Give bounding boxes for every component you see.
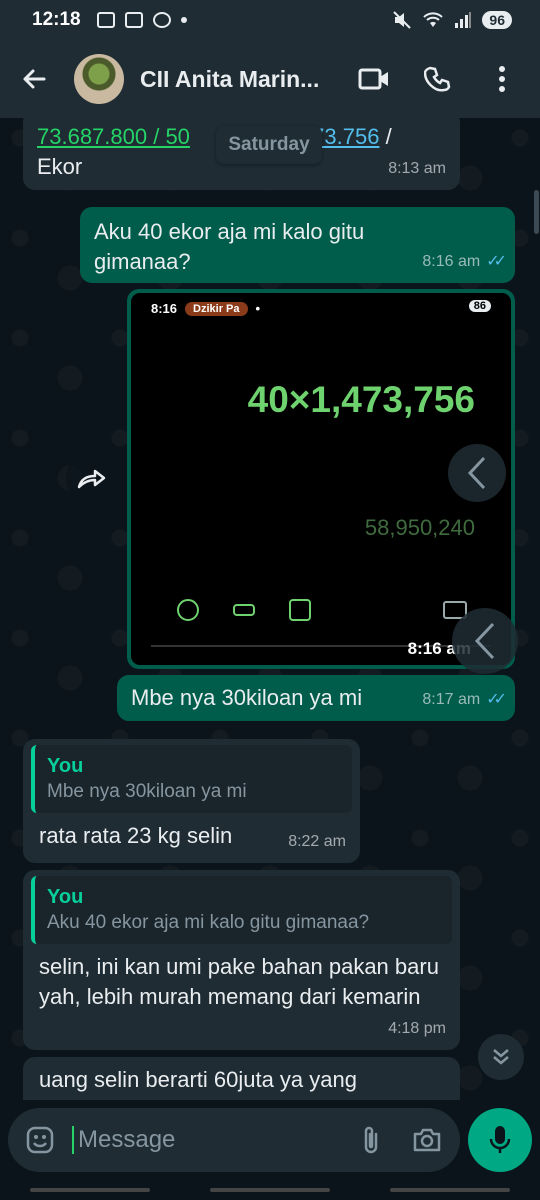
screenshot-icon <box>96 12 115 28</box>
forward-button[interactable] <box>66 452 118 504</box>
contact-name[interactable]: CII Anita Marin... <box>140 66 340 93</box>
nav-handle[interactable] <box>210 1188 330 1192</box>
battery-indicator: 96 <box>482 11 512 29</box>
quote-author: You <box>47 886 84 908</box>
message-text: Aku 40 ekor aja mi kalo gitu gimanaa? <box>94 219 365 274</box>
calc-expression: 40×1,473,756 <box>247 379 475 420</box>
signal-icon <box>455 12 472 28</box>
alarm-icon <box>124 12 143 28</box>
quote-text: Mbe nya 30kiloan ya mi <box>47 781 247 802</box>
read-receipt-icon: ✓✓ <box>486 253 507 270</box>
video-call-button[interactable] <box>356 61 392 97</box>
nav-handle[interactable] <box>30 1188 150 1192</box>
status-bar: 12:18 96 <box>0 0 540 40</box>
message-link[interactable]: 73.687.800 / 50 <box>37 124 190 149</box>
calc-result: 58,950,240 <box>364 515 475 540</box>
message-incoming[interactable]: You Mbe nya 30kiloan ya mi rata rata 23 … <box>23 739 360 863</box>
image-status-bar: 8:16 Dzikir Pa • <box>151 301 260 316</box>
voice-call-button[interactable] <box>420 61 456 97</box>
image-battery: 86 <box>468 300 491 312</box>
message-text: selin, ini kan umi pake bahan pakan baru… <box>39 954 439 1009</box>
chevron-left-icon <box>474 622 495 660</box>
image-status-time: 8:16 <box>151 301 178 316</box>
system-nav-bar <box>0 1180 540 1200</box>
double-chevron-down-icon <box>493 1049 509 1065</box>
previous-media-button[interactable] <box>448 444 506 502</box>
voice-message-button[interactable] <box>468 1108 532 1172</box>
check-circle-icon <box>152 12 171 28</box>
quoted-message[interactable]: You Mbe nya 30kiloan ya mi <box>31 745 352 813</box>
forward-arrow-icon <box>77 469 106 489</box>
more-options-button[interactable] <box>484 61 520 97</box>
chevron-left-icon <box>467 456 486 490</box>
ruler-icon <box>233 604 255 616</box>
scroll-to-bottom-button[interactable] <box>478 1034 524 1080</box>
calc-toolbar <box>177 599 311 621</box>
message-incoming[interactable]: You Aku 40 ekor aja mi kalo gitu gimanaa… <box>23 870 460 1050</box>
contact-avatar[interactable] <box>74 54 124 104</box>
message-incoming[interactable]: uang selin berarti 60juta ya yang <box>23 1057 460 1100</box>
message-time: 8:22 am <box>288 833 346 850</box>
image-media-pill: Dzikir Pa <box>185 301 248 316</box>
more-notifications-icon <box>180 17 187 23</box>
notification-icons <box>96 12 187 28</box>
calculator-icon <box>289 599 311 621</box>
read-receipt-icon: ✓✓ <box>486 691 507 708</box>
camera-icon[interactable] <box>412 1127 442 1153</box>
message-time: 8:16 am <box>422 253 481 270</box>
message-composer <box>8 1108 460 1172</box>
quote-author: You <box>47 755 84 777</box>
previous-media-button[interactable] <box>452 608 518 674</box>
message-time: 8:13 am <box>388 160 446 177</box>
history-icon <box>177 599 199 621</box>
arrow-left-icon <box>23 69 46 89</box>
message-text: uang selin berarti 60juta ya yang <box>39 1067 357 1092</box>
chat-scrollbar[interactable] <box>534 190 539 234</box>
message-outgoing[interactable]: Mbe nya 30kiloan ya mi 8:17 am ✓✓ <box>117 675 515 721</box>
message-outgoing[interactable]: Aku 40 ekor aja mi kalo gitu gimanaa? 8:… <box>80 207 515 283</box>
phone-icon <box>424 66 451 92</box>
message-input[interactable] <box>72 1126 322 1154</box>
nav-handle[interactable] <box>390 1188 510 1192</box>
mute-icon <box>393 11 412 29</box>
back-button[interactable] <box>6 51 62 107</box>
image-dot: • <box>255 301 261 316</box>
message-text: / <box>379 124 392 149</box>
video-camera-icon <box>358 68 388 90</box>
wifi-icon <box>423 12 444 27</box>
message-time: 8:17 am <box>422 691 481 708</box>
kebab-menu-icon <box>499 66 505 92</box>
quote-text: Aku 40 ekor aja mi kalo gitu gimanaa? <box>47 912 370 933</box>
chat-header-overlay: CII Anita Marin... <box>0 40 540 118</box>
date-chip: Saturday <box>216 126 322 164</box>
emoji-sticker-icon[interactable] <box>26 1126 54 1154</box>
paperclip-icon[interactable] <box>360 1125 382 1155</box>
quoted-message[interactable]: You Aku 40 ekor aja mi kalo gitu gimanaa… <box>31 876 452 944</box>
message-time: 4:18 pm <box>388 1020 446 1037</box>
microphone-icon <box>489 1126 511 1153</box>
status-time: 12:18 <box>32 9 81 30</box>
